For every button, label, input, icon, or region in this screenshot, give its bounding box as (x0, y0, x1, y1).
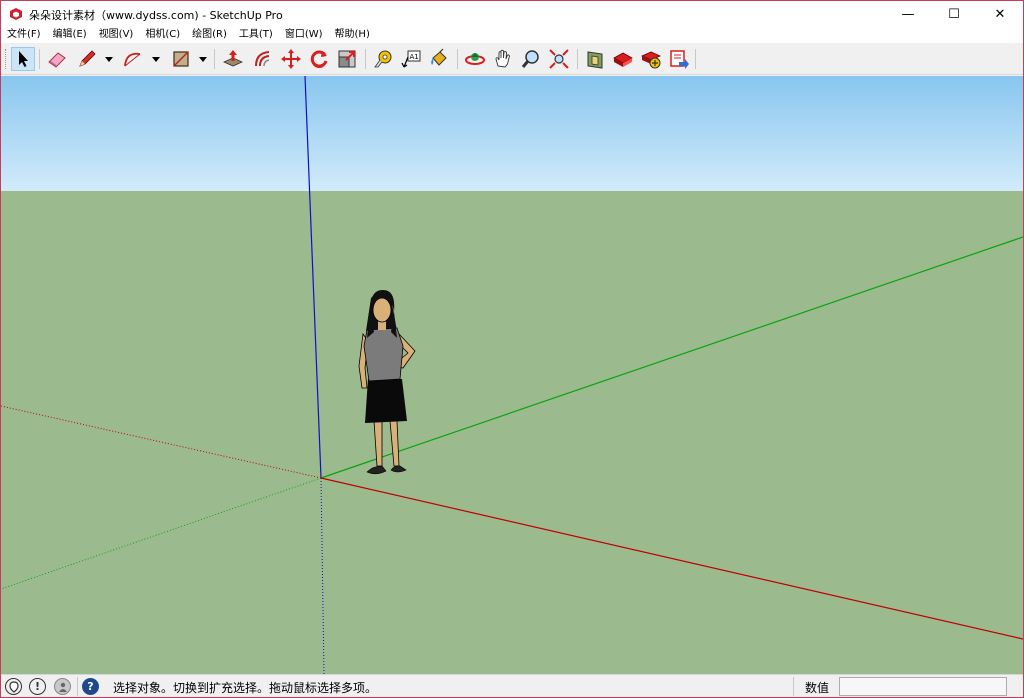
send-to-layout-icon[interactable] (667, 47, 691, 71)
extension-warehouse-icon[interactable] (611, 47, 635, 71)
sky (1, 76, 1023, 191)
move-tool-icon[interactable] (279, 47, 303, 71)
menu-tools[interactable]: 工具(T) (233, 27, 279, 43)
credit-info-icon[interactable]: ! (29, 678, 46, 695)
geo-location-icon[interactable] (5, 678, 22, 695)
status-separator (793, 677, 794, 696)
toolbar-separator (365, 49, 366, 69)
orbit-tool-icon[interactable] (463, 47, 487, 71)
rotate-tool-icon[interactable] (307, 47, 331, 71)
measurements-label: 数值 (805, 681, 830, 695)
zoom-extents-tool-icon[interactable] (547, 47, 571, 71)
share-model-icon[interactable] (639, 47, 663, 71)
menu-camera[interactable]: 相机(C) (139, 27, 186, 43)
large-toolset-toolbar: A1 (1, 43, 1023, 75)
maximize-button[interactable]: ☐ (931, 1, 977, 27)
minimize-button[interactable]: — (885, 1, 931, 27)
text-tool-icon[interactable]: A1 (399, 47, 423, 71)
sketchup-window: 朵朵设计素材（www.dydss.com) - SketchUp Pro — ☐… (0, 0, 1024, 698)
menu-bar: 文件(F) 编辑(E) 视图(V) 相机(C) 绘图(R) 工具(T) 窗口(W… (1, 27, 1023, 43)
minimize-icon: — (901, 6, 915, 22)
status-bar: ! ? 选择对象。切换到扩充选择。拖动鼠标选择多项。 数值 (1, 674, 1023, 697)
arc-tool-icon[interactable] (121, 47, 145, 71)
modeling-viewport[interactable] (1, 76, 1023, 674)
sketchup-logo-icon (10, 8, 22, 20)
toolbar-separator (577, 49, 578, 69)
paint-bucket-tool-icon[interactable] (427, 47, 451, 71)
toolbar-separator (39, 49, 40, 69)
toolbar-separator (457, 49, 458, 69)
line-dropdown-arrow[interactable] (105, 57, 113, 62)
pan-tool-icon[interactable] (491, 47, 515, 71)
eraser-tool-icon[interactable] (45, 47, 69, 71)
status-separator (77, 677, 78, 696)
user-account-icon[interactable] (54, 678, 71, 695)
zoom-tool-icon[interactable] (519, 47, 543, 71)
ground (1, 191, 1023, 674)
shape-dropdown-arrow[interactable] (199, 57, 207, 62)
window-title: 朵朵设计素材（www.dydss.com) - SketchUp Pro (29, 9, 283, 22)
rectangle-tool-icon[interactable] (169, 47, 193, 71)
menu-file[interactable]: 文件(F) (1, 27, 47, 43)
menu-edit[interactable]: 编辑(E) (47, 27, 93, 43)
title-bar: 朵朵设计素材（www.dydss.com) - SketchUp Pro — ☐… (1, 1, 1023, 27)
menu-help[interactable]: 帮助(H) (329, 27, 376, 43)
offset-tool-icon[interactable] (251, 47, 275, 71)
measurements-input[interactable] (839, 677, 1007, 696)
close-button[interactable]: ✕ (977, 1, 1023, 27)
pencil-line-tool-icon[interactable] (75, 47, 99, 71)
menu-view[interactable]: 视图(V) (93, 27, 140, 43)
warehouse-icon[interactable] (583, 47, 607, 71)
toolbar-grip[interactable] (5, 49, 8, 69)
toolbar-separator (214, 49, 215, 69)
menu-window[interactable]: 窗口(W) (279, 27, 329, 43)
menu-draw[interactable]: 绘图(R) (186, 27, 233, 43)
push-pull-tool-icon[interactable] (221, 47, 245, 71)
help-icon[interactable]: ? (82, 678, 99, 695)
svg-text:A1: A1 (410, 53, 419, 61)
arc-dropdown-arrow[interactable] (152, 57, 160, 62)
maximize-icon: ☐ (948, 6, 960, 22)
toolbar-separator (695, 49, 696, 69)
select-tool-icon[interactable] (11, 47, 35, 71)
close-icon: ✕ (994, 6, 1006, 22)
scale-tool-icon[interactable] (335, 47, 359, 71)
status-instruction-text: 选择对象。切换到扩充选择。拖动鼠标选择多项。 (113, 681, 378, 695)
tape-measure-tool-icon[interactable] (371, 47, 395, 71)
